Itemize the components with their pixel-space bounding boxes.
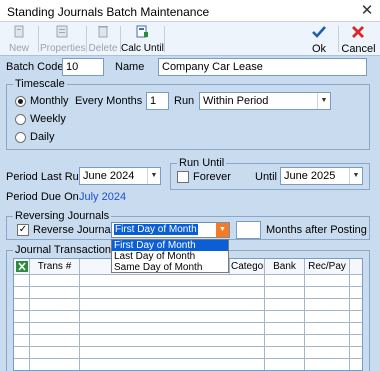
delete-label: Delete — [88, 43, 118, 54]
chevron-down-icon[interactable]: ▼ — [317, 93, 330, 109]
batch-code-label: Batch Code — [6, 61, 64, 73]
new-label: New — [8, 43, 29, 54]
option-same-day-of-month[interactable]: Same Day of Month — [112, 262, 228, 273]
column-header-filler — [350, 259, 362, 275]
monthly-label: Monthly — [30, 95, 69, 107]
calc-until-icon — [136, 25, 148, 38]
column-header-trans[interactable]: Trans # — [30, 259, 80, 275]
months-after-posting-label: Months after Posting — [266, 224, 367, 236]
run-value: Within Period — [203, 95, 269, 107]
monthly-radio[interactable] — [15, 96, 26, 107]
batch-code-input[interactable] — [62, 58, 104, 76]
every-months-label: Every Months — [75, 95, 143, 107]
reverse-journals-checkbox[interactable]: ✓ — [17, 224, 29, 236]
option-first-day-of-month[interactable]: First Day of Month — [112, 240, 228, 251]
journal-transactions-title: Journal Transactions — [13, 244, 119, 256]
cancel-x-icon — [352, 26, 364, 38]
ok-check-icon — [312, 26, 326, 38]
reverse-mode-dropdown: First Day of Month Last Day of Month Sam… — [111, 239, 229, 273]
title-bar: Standing Journals Batch Maintenance ✕ — [0, 0, 380, 22]
toolbar-separator — [38, 26, 39, 52]
column-header-recpay[interactable]: Rec/Pay — [305, 259, 350, 275]
run-label: Run — [174, 95, 195, 107]
properties-icon — [56, 25, 68, 38]
until-combo[interactable]: June 2025 ▼ — [280, 167, 363, 185]
toolbar-separator — [164, 26, 165, 52]
excel-header[interactable] — [14, 259, 30, 275]
daily-radio[interactable] — [15, 132, 26, 143]
period-last-run-label: Period Last Run — [6, 171, 85, 183]
chevron-down-icon[interactable]: ▼ — [147, 168, 160, 184]
delete-icon — [98, 26, 108, 38]
column-header-bank[interactable]: Bank — [265, 259, 305, 275]
until-value: June 2025 — [284, 170, 336, 182]
weekly-radio[interactable] — [15, 114, 26, 125]
months-after-input[interactable] — [236, 221, 261, 239]
period-last-run-value: June 2024 — [83, 170, 135, 182]
chevron-down-icon[interactable]: ▼ — [216, 223, 229, 237]
transactions-grid[interactable]: Trans # Category Bank Rec/Pay — [13, 258, 363, 371]
calc-until-button[interactable]: Calc Until — [121, 22, 164, 56]
daily-label: Daily — [30, 131, 55, 143]
timescale-title: Timescale — [13, 78, 67, 90]
run-until-title: Run Until — [177, 157, 227, 169]
window-title: Standing Journals Batch Maintenance — [7, 5, 210, 19]
calc-until-label: Calc Until — [121, 43, 164, 54]
new-icon — [14, 25, 24, 38]
grid-lines — [14, 275, 362, 370]
ok-label: Ok — [311, 43, 327, 55]
properties-button[interactable]: Properties — [40, 22, 86, 56]
name-label: Name — [115, 61, 145, 73]
excel-icon — [15, 261, 28, 272]
new-button[interactable]: New — [2, 22, 36, 56]
chevron-down-icon[interactable]: ▼ — [349, 168, 362, 184]
forever-label: Forever — [193, 171, 231, 183]
column-header-category[interactable]: Category — [230, 259, 265, 275]
reverse-mode-value: First Day of Month — [114, 224, 198, 235]
every-months-input[interactable] — [146, 92, 169, 110]
period-due-on-value: July 2024 — [79, 191, 127, 203]
cancel-label: Cancel — [341, 43, 376, 55]
cancel-button[interactable]: Cancel — [339, 22, 378, 56]
ok-button[interactable]: Ok — [302, 22, 336, 56]
forever-checkbox[interactable] — [177, 171, 189, 183]
close-icon[interactable]: ✕ — [358, 2, 376, 20]
reverse-journals-label: Reverse Journals — [33, 224, 119, 236]
toolbar: New Properties Delete Calc Until Ok Canc… — [0, 22, 380, 56]
option-last-day-of-month[interactable]: Last Day of Month — [112, 251, 228, 262]
period-last-run-combo[interactable]: June 2024 ▼ — [79, 167, 161, 185]
weekly-label: Weekly — [30, 113, 66, 125]
run-combo[interactable]: Within Period ▼ — [199, 92, 331, 110]
properties-label: Properties — [40, 43, 86, 54]
name-input[interactable] — [158, 58, 367, 76]
delete-button[interactable]: Delete — [87, 22, 119, 56]
period-due-on-label: Period Due On — [6, 191, 79, 203]
until-label: Until — [255, 171, 278, 183]
reverse-mode-combo[interactable]: First Day of Month ▼ — [111, 222, 230, 238]
reversing-journals-title: Reversing Journals — [13, 210, 112, 222]
